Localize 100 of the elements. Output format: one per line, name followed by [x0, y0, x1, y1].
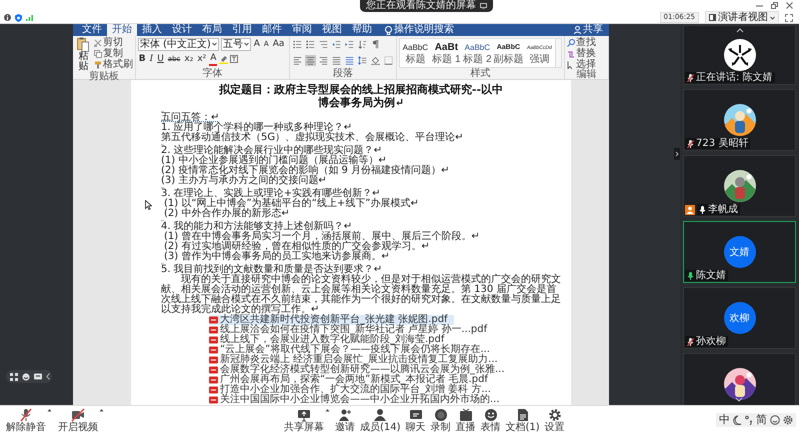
ribbon-action[interactable]: 选择: [566, 59, 596, 70]
fullscreen-icon[interactable]: [785, 14, 793, 22]
restore-icon[interactable]: [771, 2, 778, 9]
chevron-up-icon[interactable]: [736, 28, 744, 33]
toolbar-button[interactable]: 邀请: [335, 408, 355, 432]
paragraph-tool[interactable]: [304, 54, 316, 66]
paste-button[interactable]: 粘贴: [75, 37, 92, 72]
shield-icon[interactable]: [15, 14, 22, 22]
style-option[interactable]: AaBbC 标题: [400, 39, 431, 67]
attachment-item[interactable]: “云上展会”将取代线下展会？——疫线下展会仍将长期存在...: [209, 345, 496, 355]
moon-icon[interactable]: [733, 415, 742, 425]
close-icon[interactable]: [786, 2, 793, 9]
ribbon-action[interactable]: 复制: [94, 48, 133, 59]
toolbar-button[interactable]: 共享屏幕: [284, 408, 324, 432]
video-off-icon: [71, 408, 85, 422]
chat-icon[interactable]: [34, 372, 42, 380]
ribbon-tab[interactable]: 视图: [317, 24, 347, 36]
tell-me-search[interactable]: 操作说明搜索: [394, 24, 454, 36]
format-button[interactable]: I: [148, 54, 154, 64]
settings-icon[interactable]: [783, 415, 793, 425]
paragraph-tool[interactable]: [292, 54, 303, 66]
paragraph-tool[interactable]: [356, 54, 368, 66]
ribbon-tab[interactable]: 邮件: [257, 24, 287, 36]
list-item: (3) 曾作为中博会事务局的员工实地来访参展商。↵: [164, 252, 391, 262]
paragraph-tool[interactable]: [292, 38, 303, 50]
format-button[interactable]: x²: [196, 54, 208, 64]
format-button[interactable]: A: [209, 52, 218, 66]
settings-icon: [548, 408, 562, 422]
style-scrollbar[interactable]: [554, 39, 561, 67]
ribbon-tab[interactable]: 帮助: [347, 24, 377, 36]
toolbar-button[interactable]: 录制: [430, 408, 451, 432]
attachment-item[interactable]: 大湾区共建新时代投资创新平台_张光建 张妮图.pdf: [209, 315, 454, 325]
ribbon-action[interactable]: 查找: [566, 37, 596, 48]
attachment-item[interactable]: 广州会展再布局，探索“一会两地”新模式_本报记者 毛晨.pdf: [209, 375, 494, 385]
paragraph-tool[interactable]: [330, 54, 342, 66]
toolbar-button[interactable]: 设置: [544, 408, 565, 432]
language-toggle[interactable]: 中: [719, 414, 730, 426]
emoji-icon[interactable]: [22, 372, 30, 380]
paragraph-tool[interactable]: [356, 38, 368, 50]
format-button[interactable]: U: [156, 54, 165, 64]
font-button[interactable]: A: [252, 38, 261, 50]
style-label: 标题 1: [432, 54, 461, 64]
ribbon-tab[interactable]: 开始: [107, 24, 137, 36]
style-option[interactable]: AaBt 标题 1: [430, 39, 462, 67]
toolbar-button[interactable]: 直播: [456, 408, 476, 432]
caret-icon[interactable]: [47, 408, 52, 412]
speaker-view-button[interactable]: 演讲者视图: [705, 11, 779, 24]
scroll-down-icon[interactable]: [735, 397, 743, 402]
attachment-item[interactable]: 打造中小企业加强合作、扩大交流的国际平台_刘增 姜科 方...: [209, 385, 497, 395]
style-option[interactable]: AaBbC 标题 2: [462, 39, 493, 67]
chevron-left-icon[interactable]: [46, 373, 50, 380]
paragraph-tool[interactable]: [370, 54, 381, 66]
font-button[interactable]: Aa: [272, 38, 286, 50]
ribbon-tab[interactable]: 布局: [197, 24, 227, 36]
pdf-icon: [209, 326, 218, 334]
toolbar-button[interactable]: 成员(14): [360, 408, 401, 432]
list-item: (1) 曾在中博会事务局实习一个月，涵括展前、展中、展后三个阶段。↵: [163, 232, 481, 242]
ribbon-tab[interactable]: 插入: [137, 24, 167, 36]
paragraph-tool[interactable]: [382, 54, 394, 66]
collapse-handle[interactable]: [674, 148, 680, 160]
punctuation-icon[interactable]: [745, 415, 753, 425]
font-name-field[interactable]: 宋体 (中文正文): [138, 38, 219, 50]
toolbar-button[interactable]: 文档(1): [506, 408, 540, 432]
attachment-item[interactable]: 新冠肺炎云端上 经济重启会展忙_展业抗击疫情复工复展助力...: [209, 355, 504, 365]
format-button[interactable]: x₂: [183, 54, 194, 64]
ribbon-action[interactable]: 剪切: [94, 37, 133, 48]
caret-icon: [770, 16, 775, 20]
info-icon[interactable]: [4, 14, 11, 21]
cursor-icon: [566, 60, 575, 68]
caret-icon[interactable]: [99, 408, 104, 412]
paragraph-tool[interactable]: [318, 54, 329, 66]
toolbar-button[interactable]: 开启视频: [58, 408, 98, 432]
smiley-icon[interactable]: [770, 415, 780, 425]
font-size-field[interactable]: 五号: [220, 38, 251, 50]
text-line: 第五代移动通信技术（5G）、虚拟现实技术、会展概论、平台理论↵: [161, 133, 464, 143]
tv-icon: [458, 408, 473, 422]
grid-icon[interactable]: [10, 372, 18, 380]
text-line: 3. 在理论上、实践上或理论+实践有哪些创新？↵: [161, 189, 380, 199]
highlighter-icon[interactable]: [219, 54, 228, 64]
paragraph-tool[interactable]: [344, 54, 355, 66]
paragraph-tool[interactable]: [304, 38, 316, 50]
ribbon-tab[interactable]: 引用: [227, 24, 257, 36]
caret-icon[interactable]: [325, 408, 330, 412]
toolbar-button[interactable]: 表情: [480, 408, 501, 432]
ribbon-action[interactable]: 格式刷: [94, 59, 133, 70]
script-toggle[interactable]: 简: [756, 414, 767, 426]
toolbar-button[interactable]: 解除静音: [6, 408, 46, 432]
attachment-item[interactable]: 会展数字化经济模式转型创新研究——以腾讯云会展为例_张雅...: [209, 365, 511, 375]
magnifier-icon: [566, 38, 575, 46]
attachment-item[interactable]: 线上展洽会如何在疫情下突围_新华社记者 卢星婷 孙一...pdf: [209, 325, 494, 335]
muted-mic-icon: [19, 408, 33, 422]
format-button[interactable]: B: [138, 54, 147, 64]
attachment-item[interactable]: 线上线下，会展业进入数字化赋能阶段_刘海莹.pdf: [209, 335, 450, 345]
ribbon-action[interactable]: 替换: [566, 48, 596, 59]
ribbon-tab[interactable]: 设计: [167, 24, 197, 36]
monitor-icon: [297, 408, 311, 422]
toolbar-button[interactable]: 聊天: [406, 408, 426, 432]
group-label: 剪贴板: [88, 72, 119, 82]
screen-icon[interactable]: [480, 3, 487, 9]
attachment-item[interactable]: 关注中国国际中小企业博览会——中小企业开拓国内外市场的...: [209, 395, 506, 405]
